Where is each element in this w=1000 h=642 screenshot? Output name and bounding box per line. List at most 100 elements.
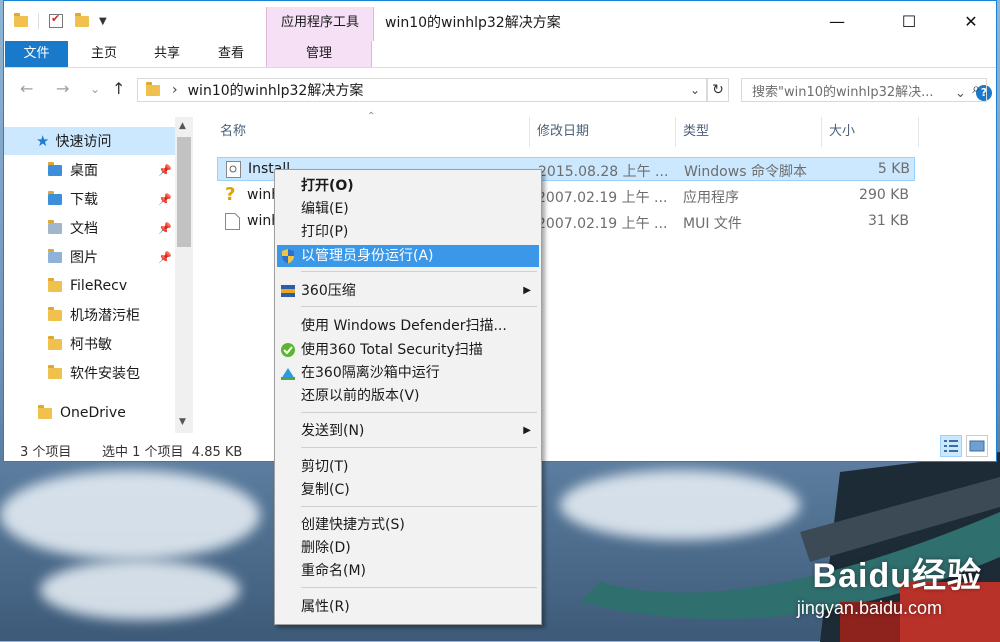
sidebar-scrollbar[interactable]: ▲ ▼ — [175, 117, 193, 433]
tab-view[interactable]: 查看 — [204, 41, 258, 67]
sidebar-item-label: 图片 — [70, 250, 98, 266]
menu-item-properties[interactable]: 属性(R) — [277, 596, 539, 618]
menu-item-copy[interactable]: 复制(C) — [277, 479, 539, 501]
sidebar-item-folder[interactable]: 柯书敏 — [4, 330, 176, 358]
scroll-up-icon[interactable]: ▲ — [179, 121, 186, 131]
breadcrumb[interactable]: win10的winhlp32解决方案 — [188, 80, 364, 100]
menu-item-rename[interactable]: 重命名(M) — [277, 560, 539, 582]
menu-item-send-to[interactable]: 发送到(N) ▶ — [277, 420, 539, 442]
menu-item-delete[interactable]: 删除(D) — [277, 537, 539, 559]
sidebar-item-label: 柯书敏 — [70, 337, 112, 353]
address-dropdown-icon[interactable]: ⌄ — [690, 83, 700, 97]
close-button[interactable]: ✕ — [948, 1, 994, 41]
column-divider[interactable] — [529, 117, 530, 147]
context-menu: 打开(O) 编辑(E) 打印(P) 以管理员身份运行(A) 360压缩 ▶ 使用… — [274, 169, 542, 625]
tab-home[interactable]: 主页 — [77, 41, 131, 67]
sidebar-item-pictures[interactable]: 图片 📌 — [4, 243, 176, 271]
help-app-icon: ? — [225, 184, 236, 205]
search-icon: ⌕ — [972, 81, 980, 97]
column-header-type[interactable]: 类型 — [683, 117, 709, 147]
scroll-down-icon[interactable]: ▼ — [179, 417, 186, 427]
pin-icon[interactable]: 📌 — [158, 222, 172, 235]
forward-icon[interactable]: → — [56, 79, 69, 98]
menu-item-create-shortcut[interactable]: 创建快捷方式(S) — [277, 514, 539, 536]
sidebar-item-desktop[interactable]: 桌面 📌 — [4, 156, 176, 184]
document-icon — [48, 219, 62, 234]
maximize-button[interactable]: ☐ — [886, 1, 932, 41]
sidebar-item-label: OneDrive — [60, 405, 126, 421]
menu-item-label: 发送到(N) — [301, 423, 365, 439]
file-size: 31 KB — [867, 213, 909, 229]
column-divider[interactable] — [675, 117, 676, 147]
column-divider[interactable] — [821, 117, 822, 147]
menu-separator — [301, 412, 537, 413]
sidebar-item-documents[interactable]: 文档 📌 — [4, 214, 176, 242]
back-icon[interactable]: ← — [20, 79, 33, 98]
file-date: 2007.02.19 上午 ... — [537, 190, 668, 206]
sidebar-item-downloads[interactable]: 下载 📌 — [4, 185, 176, 213]
details-view-icon[interactable] — [940, 435, 962, 457]
item-count: 3 个项目 — [20, 445, 72, 460]
large-icons-view-icon[interactable] — [966, 435, 988, 457]
uac-shield-icon — [282, 249, 294, 264]
menu-item-label: 使用360 Total Security扫描 — [301, 342, 483, 358]
new-folder-icon[interactable] — [75, 12, 89, 27]
sidebar-item-onedrive[interactable]: OneDrive — [4, 399, 176, 427]
folder-icon — [48, 364, 62, 379]
menu-item-defender-scan[interactable]: 使用 Windows Defender扫描... — [277, 315, 539, 337]
column-divider[interactable] — [918, 117, 919, 147]
desktop-icon — [48, 161, 62, 176]
pin-icon[interactable]: 📌 — [158, 193, 172, 206]
sandbox-icon — [281, 368, 295, 380]
navigation-pane: ★ 快速访问 桌面 📌 下载 📌 文档 📌 图片 📌 FileRecv 机场潜污… — [4, 117, 194, 433]
menu-separator — [301, 587, 537, 588]
menu-item-360-sandbox[interactable]: 在360隔离沙箱中运行 — [277, 362, 539, 384]
properties-icon[interactable] — [49, 12, 63, 28]
address-bar[interactable]: › win10的winhlp32解决方案 ⌄ — [137, 78, 707, 102]
refresh-button[interactable]: ↻ — [707, 78, 729, 102]
minimize-button[interactable]: — — [814, 1, 860, 41]
breadcrumb-chevron-icon[interactable]: › — [172, 82, 178, 98]
tab-share[interactable]: 共享 — [140, 41, 194, 67]
column-header-date[interactable]: 修改日期 — [537, 117, 589, 147]
menu-separator — [301, 506, 537, 507]
cloud — [0, 470, 260, 560]
file-type: MUI 文件 — [683, 216, 742, 232]
menu-item-360-scan[interactable]: 使用360 Total Security扫描 — [277, 339, 539, 361]
menu-item-cut[interactable]: 剪切(T) — [277, 456, 539, 478]
submenu-arrow-icon: ▶ — [523, 425, 531, 436]
scrollbar-thumb[interactable] — [177, 137, 191, 247]
column-header-name[interactable]: 名称 — [220, 117, 246, 147]
window-title: win10的winhlp32解决方案 — [385, 15, 561, 31]
menu-item-edit[interactable]: 编辑(E) — [277, 198, 539, 220]
recent-locations-icon[interactable]: ⌄ — [90, 82, 100, 96]
up-icon[interactable]: ↑ — [112, 79, 125, 98]
sidebar-item-label: 文档 — [70, 221, 98, 237]
menu-item-print[interactable]: 打印(P) — [277, 221, 539, 243]
pin-icon[interactable]: 📌 — [158, 164, 172, 177]
sidebar-item-folder[interactable]: 软件安装包 — [4, 359, 176, 387]
menu-item-restore-versions[interactable]: 还原以前的版本(V) — [277, 385, 539, 407]
pin-icon[interactable]: 📌 — [158, 251, 172, 264]
title-bar: ▼ 应用程序工具 win10的winhlp32解决方案 — ☐ ✕ — [4, 1, 996, 41]
menu-item-open[interactable]: 打开(O) — [277, 175, 539, 197]
folder-icon — [146, 81, 160, 96]
menu-item-run-as-admin[interactable]: 以管理员身份运行(A) — [277, 245, 539, 267]
sidebar-item-label: 桌面 — [70, 163, 98, 179]
sidebar-item-folder[interactable]: 机场潜污柜 — [4, 301, 176, 329]
menu-item-360-compress[interactable]: 360压缩 ▶ — [277, 280, 539, 302]
tab-file[interactable]: 文件 — [5, 41, 68, 67]
customize-toolbar-icon[interactable]: ▼ — [99, 16, 107, 27]
sidebar-item-label: 机场潜污柜 — [70, 308, 140, 324]
onedrive-icon — [38, 404, 52, 419]
search-input[interactable]: 搜索"win10的winhlp32解决... ⌕ — [741, 78, 987, 102]
sidebar-item-label: 软件安装包 — [70, 366, 140, 382]
360-security-icon — [281, 343, 295, 357]
sidebar-item-filerecv[interactable]: FileRecv — [4, 272, 176, 300]
tab-manage[interactable]: 管理 — [266, 41, 372, 67]
watermark-url: jingyan.baidu.com — [796, 598, 942, 618]
sidebar-item-quick-access[interactable]: ★ 快速访问 — [4, 127, 176, 155]
download-icon — [48, 190, 62, 205]
quick-access-toolbar: ▼ — [14, 11, 107, 31]
column-header-size[interactable]: 大小 — [829, 117, 855, 147]
